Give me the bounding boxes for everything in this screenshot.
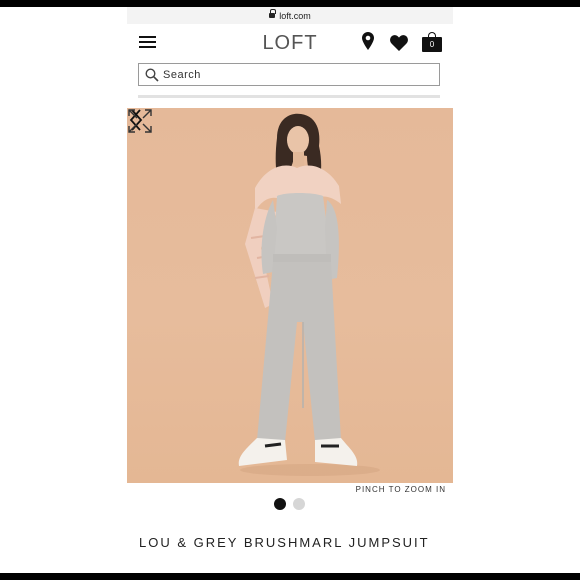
mobile-page: loft.com LOFT 0 Search PINCH TO ZOOM IN … bbox=[127, 7, 453, 573]
header-divider bbox=[138, 95, 440, 98]
store-locator-icon[interactable] bbox=[362, 32, 374, 50]
lock-icon bbox=[269, 9, 277, 19]
expand-icon[interactable] bbox=[127, 108, 153, 134]
search-icon bbox=[145, 67, 159, 82]
address-bar[interactable]: loft.com bbox=[127, 7, 453, 24]
product-title: LOU & GREY BRUSHMARL JUMPSUIT bbox=[139, 535, 430, 550]
zoom-hint: PINCH TO ZOOM IN bbox=[355, 485, 446, 494]
favorites-icon[interactable] bbox=[390, 35, 408, 51]
url-text: loft.com bbox=[279, 10, 311, 21]
cart-count: 0 bbox=[422, 37, 442, 52]
search-input[interactable] bbox=[163, 68, 413, 81]
bottom-black-bar bbox=[0, 573, 580, 580]
site-header: LOFT 0 bbox=[127, 24, 453, 62]
carousel-dot-1[interactable] bbox=[274, 498, 286, 510]
search-bar[interactable] bbox=[138, 63, 440, 86]
shopping-bag-icon[interactable]: 0 bbox=[422, 32, 442, 52]
model-photo bbox=[238, 113, 380, 476]
carousel-dot-2[interactable] bbox=[293, 498, 305, 510]
top-black-bar bbox=[0, 0, 580, 7]
carousel-dots bbox=[274, 498, 305, 510]
product-image[interactable] bbox=[127, 108, 453, 483]
